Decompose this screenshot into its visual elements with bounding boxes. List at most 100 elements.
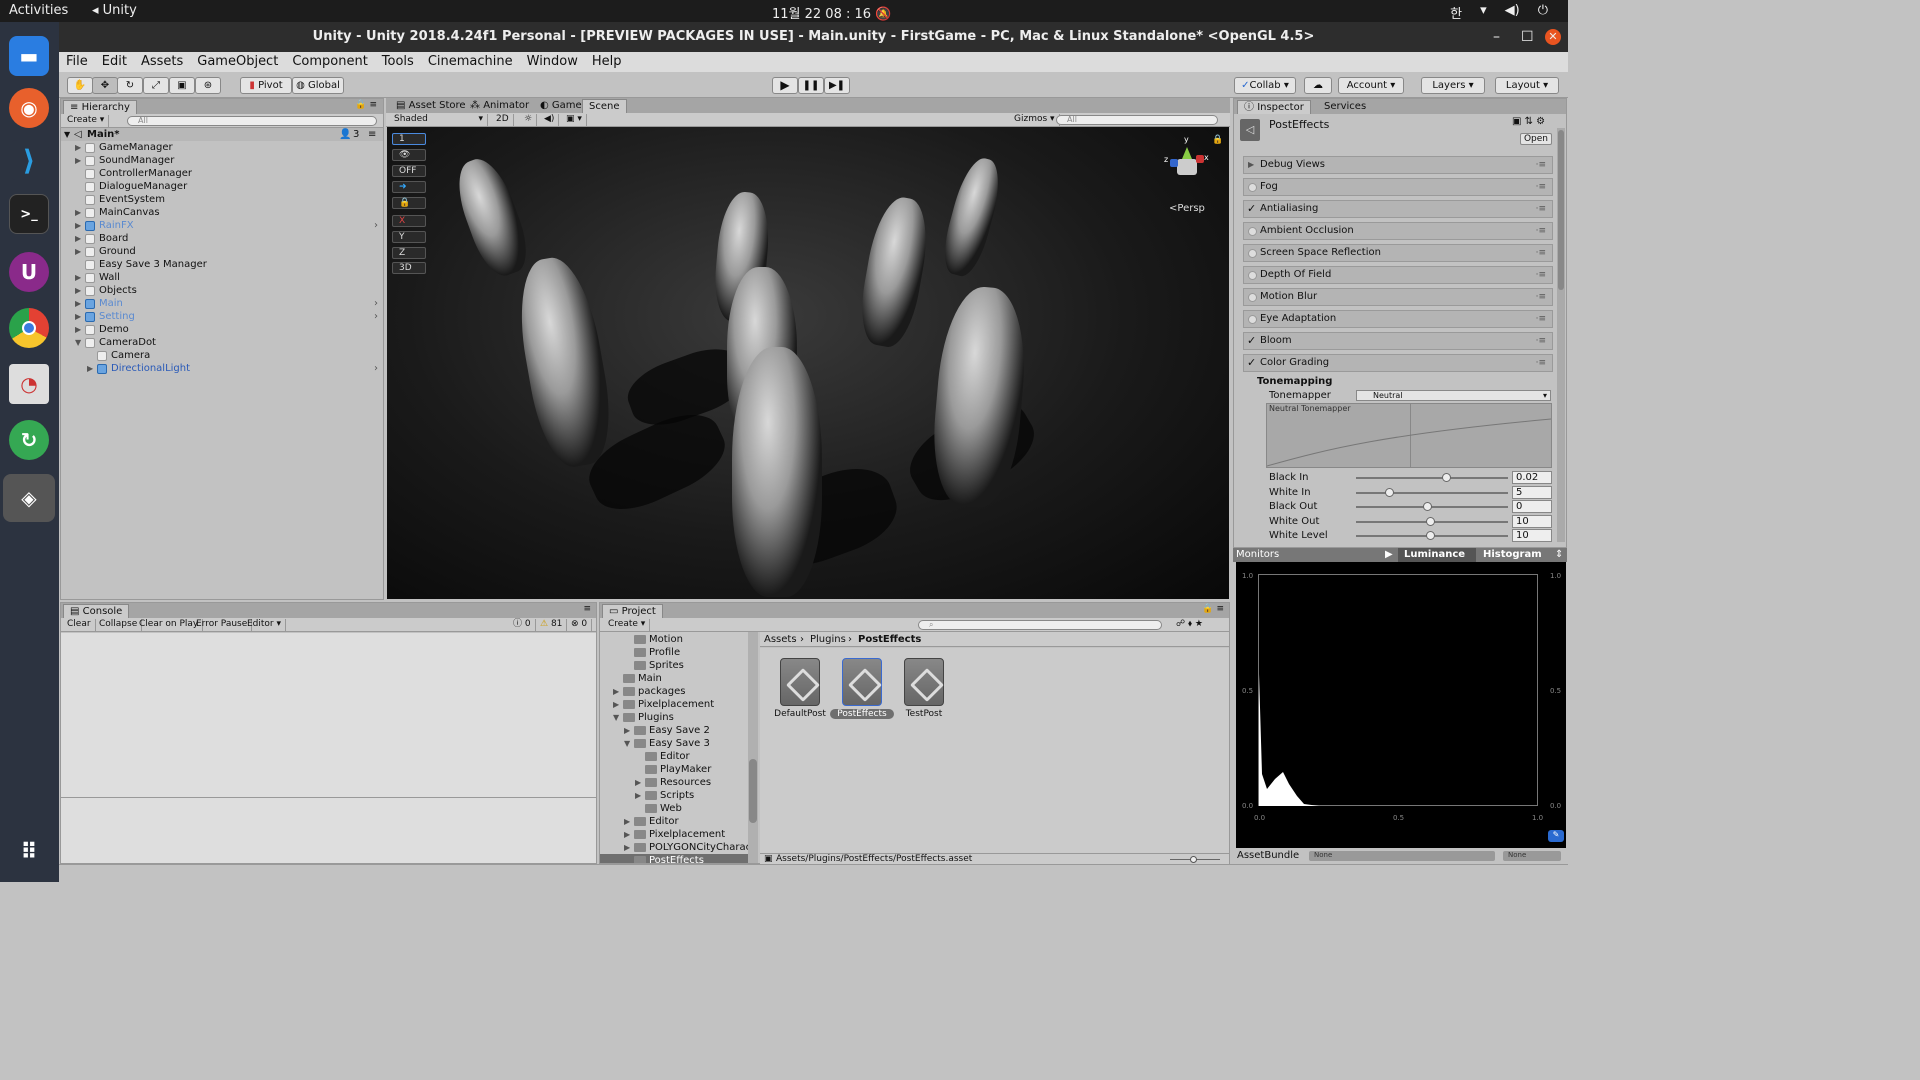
slider-knob[interactable]	[1423, 502, 1433, 512]
collapse-arrow-icon[interactable]: ▶	[75, 297, 81, 310]
hierarchy-item[interactable]: ▶ Objects	[61, 284, 383, 297]
screenshot-icon[interactable]: ◔	[9, 364, 49, 404]
tab-asset-store[interactable]: ▤ Asset Store	[390, 99, 472, 113]
cloud-icon[interactable]: ☁	[1304, 77, 1332, 94]
folder-item[interactable]: Profile	[600, 646, 748, 659]
effect-section[interactable]: ✓ Antialiasing ·≡	[1243, 200, 1553, 218]
shading-dropdown[interactable]: Shaded ▾	[390, 114, 488, 126]
scene-tool-off[interactable]: OFF	[392, 165, 426, 177]
menu-file[interactable]: File	[66, 52, 88, 72]
hierarchy-item[interactable]: ▶ GameManager	[61, 141, 383, 154]
effect-section[interactable]: ▶ Debug Views ·≡	[1243, 156, 1553, 174]
folder-item[interactable]: Main	[600, 672, 748, 685]
collapse-arrow-icon[interactable]: ▶	[75, 271, 81, 284]
console-log-area[interactable]	[61, 633, 596, 797]
menu-gameobject[interactable]: GameObject	[197, 52, 278, 72]
hierarchy-item[interactable]: ▶ Main ›	[61, 297, 383, 310]
show-apps-icon[interactable]: ⠿	[9, 832, 49, 872]
step-button[interactable]: ▶❚	[824, 77, 850, 94]
asset-defaultpost-icon[interactable]	[780, 658, 820, 706]
gizmos-dropdown[interactable]: Gizmos ▾	[1010, 114, 1060, 126]
scene-tool-x[interactable]: X	[392, 215, 426, 227]
effect-section[interactable]: ✓ Bloom ·≡	[1243, 332, 1553, 350]
layout-dropdown[interactable]: Layout ▾	[1495, 77, 1559, 94]
project-menu-icon[interactable]: 🔒 ≡	[1202, 604, 1224, 614]
folder-item[interactable]: Sprites	[600, 659, 748, 672]
warning-filter[interactable]: ⚠ 81	[536, 619, 568, 631]
zoom-slider-knob[interactable]	[1190, 856, 1197, 863]
activities-button[interactable]: Activities	[9, 3, 68, 18]
hierarchy-item[interactable]: ▶ DirectionalLight ›	[61, 362, 383, 375]
folder-item[interactable]: Editor	[600, 750, 748, 763]
rotate-tool-icon[interactable]: ↻	[117, 77, 143, 94]
folder-item[interactable]: ▶ Pixelplacement	[600, 828, 748, 841]
section-menu-icon[interactable]: ·≡	[1536, 179, 1546, 195]
rect-tool-icon[interactable]: ▣	[169, 77, 195, 94]
tab-hierarchy[interactable]: ≡ Hierarchy	[63, 100, 137, 114]
effects-dropdown-icon[interactable]: ▣ ▾	[562, 114, 587, 126]
collab-dropdown[interactable]: ✓Collab ▾	[1234, 77, 1296, 94]
tab-services[interactable]: Services	[1318, 100, 1372, 114]
tab-scene[interactable]: Scene	[582, 99, 627, 113]
section-menu-icon[interactable]: ·≡	[1536, 201, 1546, 217]
section-menu-icon[interactable]: ·≡	[1536, 245, 1546, 261]
collapse-arrow-icon[interactable]: ▶	[624, 724, 630, 737]
folder-item[interactable]: ▼ Plugins	[600, 711, 748, 724]
asset-posteffects-label[interactable]: PostEffects	[830, 709, 894, 719]
firefox-icon[interactable]: ◉	[9, 88, 49, 128]
clock[interactable]: 11월 22 08 : 16 🔕	[772, 3, 891, 22]
effect-section[interactable]: Eye Adaptation ·≡	[1243, 310, 1553, 328]
unity-dock-icon[interactable]: ◈	[3, 474, 55, 522]
collapse-arrow-icon[interactable]: ▶	[75, 219, 81, 232]
section-menu-icon[interactable]: ·≡	[1536, 267, 1546, 283]
menu-cinemachine[interactable]: Cinemachine	[428, 52, 513, 72]
scene-tool-visibility[interactable]: 👁	[392, 149, 426, 161]
scale-tool-icon[interactable]: ⤢	[143, 77, 169, 94]
zoom-slider[interactable]	[1170, 856, 1220, 863]
maximize-button[interactable]: ☐	[1521, 22, 1534, 52]
hierarchy-item[interactable]: ▶ MainCanvas	[61, 206, 383, 219]
character-model[interactable]	[509, 252, 620, 472]
collapse-arrow-icon[interactable]: ▶	[75, 310, 81, 323]
folder-item[interactable]: ▶ POLYGONCityCharacte	[600, 841, 748, 854]
breadcrumb-assets[interactable]: Assets	[764, 632, 797, 647]
prefab-open-icon[interactable]: ›	[374, 310, 378, 323]
slider-track[interactable]	[1356, 477, 1508, 479]
collapse-arrow-icon[interactable]: ▶	[75, 232, 81, 245]
menu-tools[interactable]: Tools	[382, 52, 414, 72]
expand-arrow-icon[interactable]: ▼	[613, 711, 619, 724]
play-button[interactable]: ▶	[772, 77, 798, 94]
console-detail-area[interactable]	[61, 798, 596, 863]
scene-viewport[interactable]: y z x <Persp 🔒	[387, 127, 1229, 599]
toggle-off-icon[interactable]	[1248, 293, 1257, 302]
expand-arrow-icon[interactable]: ▼	[624, 737, 630, 750]
slider-value-input[interactable]: 0	[1512, 500, 1552, 514]
pivot-toggle[interactable]: ▮ Pivot	[240, 77, 292, 94]
clear-button[interactable]: Clear	[63, 619, 96, 631]
collapse-arrow-icon[interactable]: ▶	[624, 815, 630, 828]
hierarchy-item[interactable]: ▶ Board	[61, 232, 383, 245]
transform-tool-icon[interactable]: ⊛	[195, 77, 221, 94]
audio-toggle-icon[interactable]: ◀)	[540, 114, 560, 126]
effect-section[interactable]: Depth Of Field ·≡	[1243, 266, 1553, 284]
asset-defaultpost-label[interactable]: DefaultPost	[768, 709, 832, 719]
character-model[interactable]	[854, 193, 935, 351]
expand-arrow-icon[interactable]: ▼	[75, 336, 81, 349]
hierarchy-item[interactable]: ▶ Ground	[61, 245, 383, 258]
open-button[interactable]: Open	[1520, 133, 1552, 145]
slider-track[interactable]	[1356, 491, 1508, 494]
toggle-off-icon[interactable]	[1248, 249, 1257, 258]
section-menu-icon[interactable]: ·≡	[1536, 355, 1546, 371]
editor-dropdown[interactable]: Editor ▾	[243, 619, 287, 631]
toggle-off-icon[interactable]	[1248, 183, 1257, 192]
slider-knob[interactable]	[1441, 473, 1451, 482]
menu-edit[interactable]: Edit	[102, 52, 127, 72]
filter-icons[interactable]: ☍ ⬧ ★	[1176, 619, 1203, 629]
effect-section[interactable]: Motion Blur ·≡	[1243, 288, 1553, 306]
collapse-arrow-icon[interactable]: ▶	[635, 776, 641, 789]
asset-testpost-icon[interactable]	[904, 658, 944, 706]
vscode-icon[interactable]: ⟩	[9, 140, 49, 180]
tab-inspector[interactable]: ⓘ Inspector	[1237, 100, 1311, 114]
slider-knob[interactable]	[1426, 531, 1436, 541]
hierarchy-item[interactable]: ▶ Setting ›	[61, 310, 383, 323]
